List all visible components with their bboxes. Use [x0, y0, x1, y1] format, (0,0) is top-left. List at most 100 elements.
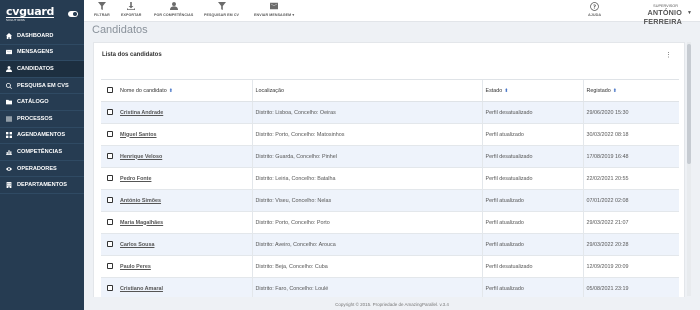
eye-icon [5, 165, 13, 173]
cell-name: António Simões [117, 189, 252, 212]
user-name: ANTÓNIO FERREIRA [643, 8, 682, 26]
sidebar-item-label: PROCESSOS [17, 115, 53, 122]
cell-registered: 12/09/2019 20:09 [582, 255, 679, 278]
search-cv-button[interactable]: PESQUISAR EM CV [204, 2, 239, 17]
header-checkbox-cell [101, 79, 117, 102]
row-checkbox-cell [101, 145, 117, 168]
by-competence-label: POR COMPETÊNCIAS [154, 13, 194, 17]
table-row[interactable]: Pedro Fonte Distrito: Leiria, Concelho: B… [101, 167, 679, 190]
sidebar-item-label: PESQUISA EM CVS [17, 82, 69, 89]
row-checkbox[interactable] [107, 240, 113, 247]
sort-icon[interactable]: ⬍ [169, 88, 173, 94]
table-row[interactable]: Henrique Veloso Distrito: Guarda, Concelh… [101, 145, 679, 168]
table-row[interactable]: Maria Magalhães Distrito: Porto, Concelho… [101, 211, 679, 234]
header-registered[interactable]: Registado ⬍ [582, 79, 679, 102]
candidate-name-link[interactable]: Miguel Santos [120, 132, 157, 138]
candidate-name-link[interactable]: Carlos Sousa [120, 242, 154, 248]
table-row[interactable]: Cristina Andrade Distrito: Lisboa, Concel… [101, 101, 679, 124]
svg-text:?: ? [593, 4, 596, 10]
table-row[interactable]: Miguel Santos Distrito: Porto, Concelho: … [101, 123, 679, 146]
row-checkbox[interactable] [107, 284, 113, 291]
row-checkbox-cell [101, 211, 117, 234]
help-label: AJUDA [588, 13, 602, 17]
sidebar-item-catálogo[interactable]: CATÁLOGO [0, 94, 84, 111]
scrollbar[interactable] [687, 42, 691, 296]
filter-search-icon [217, 2, 226, 10]
filter-button[interactable]: FILTRAR [94, 2, 110, 17]
candidate-name-link[interactable]: Pedro Fonte [120, 176, 151, 182]
scrollbar-thumb[interactable] [687, 44, 691, 164]
cell-state: Perfil atualizado [481, 211, 583, 234]
row-checkbox[interactable] [107, 218, 113, 225]
logo-text: cvguard [6, 4, 55, 18]
row-checkbox[interactable] [107, 152, 113, 159]
chart-icon [5, 148, 13, 156]
sort-icon[interactable]: ⬍ [613, 88, 617, 94]
candidate-name-link[interactable]: Henrique Veloso [120, 154, 162, 160]
row-checkbox-cell [101, 189, 117, 212]
help-icon: ? [590, 2, 599, 11]
more-options-icon[interactable]: ⋮ [665, 51, 672, 59]
header-state[interactable]: Estado ⬍ [481, 79, 583, 102]
sidebar-item-label: CANDIDATOS [17, 65, 54, 72]
sidebar-item-departamentos[interactable]: DEPARTAMENTOS [0, 177, 84, 194]
row-checkbox[interactable] [107, 196, 113, 203]
sidebar-item-processos[interactable]: PROCESSOS [0, 111, 84, 128]
sidebar-item-competências[interactable]: COMPETÊNCIAS [0, 144, 84, 161]
top-toolbar: FILTRAR EXPORTAR POR COMPETÊNCIAS PESQUI… [84, 0, 700, 26]
brand: cvguard SOLUTIONS [0, 0, 84, 28]
by-competence-button[interactable]: POR COMPETÊNCIAS [154, 2, 193, 17]
row-checkbox[interactable] [107, 262, 113, 269]
help-button[interactable]: ? AJUDA [588, 2, 601, 17]
export-label: EXPORTAR [121, 13, 142, 17]
cell-registered: 29/03/2022 20:28 [582, 233, 679, 256]
send-message-label: ENVIAR MENSAGEM [254, 13, 292, 17]
row-checkbox[interactable] [107, 174, 113, 181]
candidate-name-link[interactable]: António Simões [120, 198, 161, 204]
cell-location: Distrito: Aveiro, Concelho: Arouca [251, 233, 482, 256]
header-registered-label: Registado [586, 87, 611, 94]
user-icon [5, 65, 13, 73]
home-icon [5, 32, 13, 40]
candidate-name-link[interactable]: Paulo Peres [120, 264, 151, 270]
row-checkbox-cell [101, 101, 117, 124]
sidebar-item-operadores[interactable]: OPERADORES [0, 161, 84, 178]
sort-icon[interactable]: ⬍ [504, 88, 508, 94]
cell-location: Distrito: Porto, Concelho: Matosinhos [251, 123, 482, 146]
row-checkbox[interactable] [107, 130, 113, 137]
app-logo[interactable]: cvguard SOLUTIONS [6, 4, 55, 22]
select-all-checkbox[interactable] [107, 86, 113, 93]
send-message-button[interactable]: ENVIAR MENSAGEM ▾ [254, 2, 294, 17]
sidebar-toggle-icon[interactable] [68, 11, 78, 17]
sidebar-item-agendamentos[interactable]: AGENDAMENTOS [0, 128, 84, 145]
export-button[interactable]: EXPORTAR [121, 2, 142, 17]
sidebar-item-mensagens[interactable]: MENSAGENS [0, 45, 84, 62]
sidebar-item-label: MENSAGENS [17, 49, 54, 56]
chevron-down-icon[interactable]: ▼ [687, 10, 692, 16]
table-row[interactable]: Carlos Sousa Distrito: Aveiro, Concelho: … [101, 233, 679, 256]
cell-state: Perfil atualizado [481, 189, 583, 212]
download-icon [127, 2, 136, 10]
cell-location: Distrito: Porto, Concelho: Porto [251, 211, 482, 234]
mail-icon [270, 2, 279, 10]
candidate-name-link[interactable]: Maria Magalhães [120, 220, 163, 226]
sidebar-item-label: DASHBOARD [17, 32, 54, 39]
search-cv-label: PESQUISAR EM CV [204, 13, 240, 17]
cell-registered: 17/08/2019 16:48 [582, 145, 679, 168]
cell-location: Distrito: Viseu, Concelho: Nelas [251, 189, 482, 212]
row-checkbox[interactable] [107, 108, 113, 115]
header-name[interactable]: Nome do candidato ⬍ [117, 79, 252, 102]
candidate-name-link[interactable]: Cristiano Amaral [120, 286, 163, 292]
candidate-name-link[interactable]: Cristina Andrade [120, 110, 163, 116]
sidebar-item-pesquisa-em-cvs[interactable]: PESQUISA EM CVS [0, 78, 84, 95]
sidebar: cvguard SOLUTIONS DASHBOARD MENSAGENS CAND… [0, 0, 84, 310]
sidebar-item-candidatos[interactable]: CANDIDATOS [0, 61, 84, 78]
cell-registered: 30/03/2022 08:18 [582, 123, 679, 146]
sidebar-item-label: AGENDAMENTOS [17, 132, 66, 139]
cell-name: Henrique Veloso [117, 145, 252, 168]
sidebar-item-dashboard[interactable]: DASHBOARD [0, 28, 84, 45]
envelope-icon [5, 48, 13, 56]
table-row[interactable]: António Simões Distrito: Viseu, Concelho:… [101, 189, 679, 212]
table-row[interactable]: Paulo Peres Distrito: Beja, Concelho: Cub… [101, 255, 679, 278]
user-menu[interactable]: SUPERVISOR ANTÓNIO FERREIRA ▼ [608, 4, 694, 26]
